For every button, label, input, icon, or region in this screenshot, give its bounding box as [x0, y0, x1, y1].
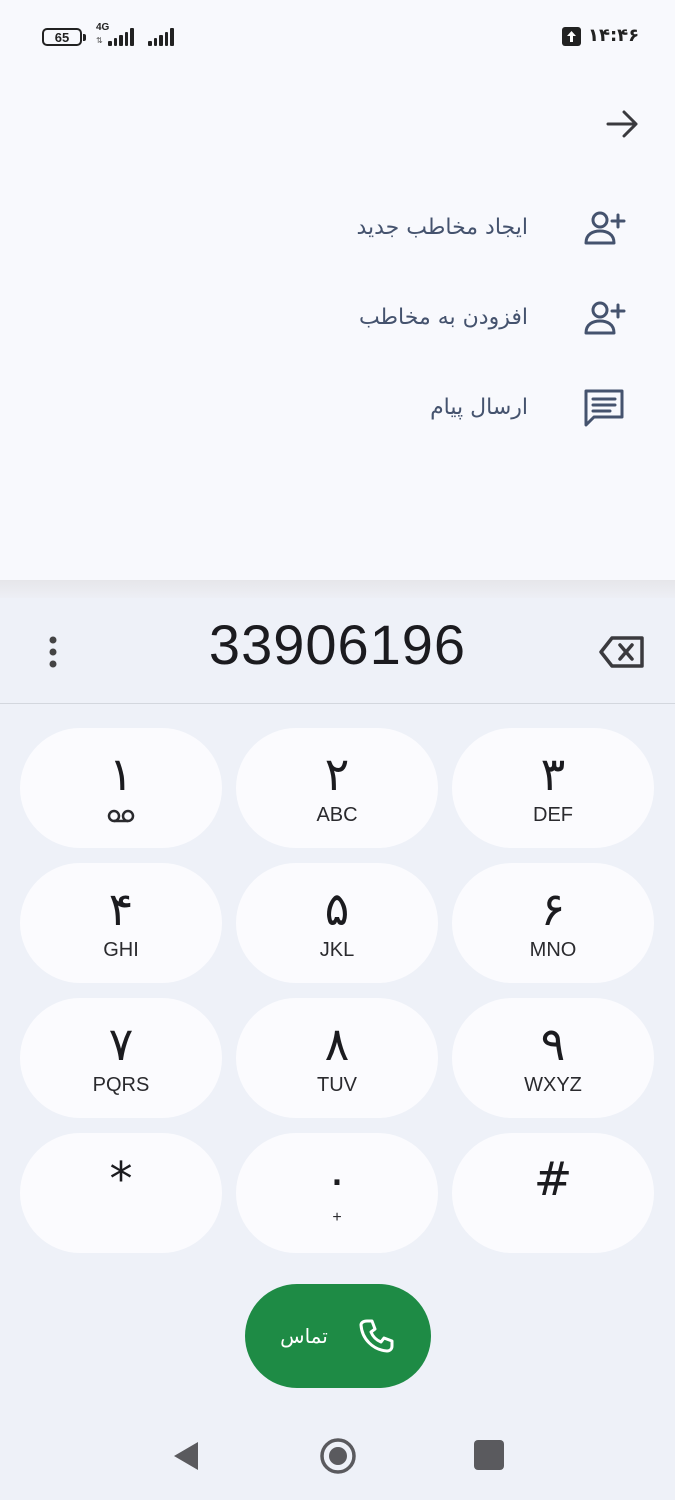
key-1[interactable]: ۱	[20, 728, 222, 848]
key-letters: JKL	[319, 939, 355, 961]
message-icon	[584, 389, 624, 427]
key-digit: ۰	[324, 1152, 350, 1206]
key-letters: PQRS	[92, 1074, 150, 1096]
key-hash[interactable]: #	[452, 1133, 654, 1253]
keypad: ۱ ۲ ABC ۳ DEF ۴ GHI ۵ JKL ۶ MNO ۷ PQRS ۸…	[20, 728, 655, 1253]
key-8[interactable]: ۸ TUV	[236, 998, 438, 1118]
number-bar: 33906196	[0, 598, 675, 704]
key-5[interactable]: ۵ JKL	[236, 863, 438, 983]
action-label: افزودن به مخاطب	[358, 304, 528, 330]
nav-recents-icon[interactable]	[474, 1440, 504, 1470]
send-message-action[interactable]: ارسال پیام	[280, 372, 640, 442]
key-digit: ۳	[540, 747, 566, 801]
upload-notification-icon	[562, 27, 581, 46]
key-letters: DEF	[533, 804, 573, 826]
dialed-number-display[interactable]: 33906196	[120, 612, 555, 677]
nav-back-icon[interactable]	[170, 1436, 202, 1476]
key-digit: #	[533, 1152, 573, 1206]
battery-level: 65	[54, 29, 70, 45]
key-digit: ۴	[108, 882, 134, 936]
key-letters: +	[332, 1209, 342, 1226]
add-to-contact-action[interactable]: افزودن به مخاطب	[280, 282, 640, 352]
call-label: تماس	[280, 1324, 328, 1348]
key-digit: ۶	[540, 882, 566, 936]
dialer-shadow	[0, 580, 675, 600]
data-activity-icon: ⇅	[96, 36, 103, 45]
key-9[interactable]: ۹ WXYZ	[452, 998, 654, 1118]
key-letters: ABC	[316, 804, 358, 826]
signal-strength-icon	[148, 26, 174, 46]
more-options-icon[interactable]	[38, 632, 68, 672]
dialpad-panel: 33906196 ۱ ۲ ABC ۳ DEF ۴ GHI ۵ JKL ۶ MNO…	[0, 598, 675, 1500]
action-label: ایجاد مخاطب جدید	[356, 214, 528, 240]
key-0[interactable]: ۰ +	[236, 1133, 438, 1253]
signal-strength-icon	[108, 26, 134, 46]
backspace-icon[interactable]	[598, 632, 646, 672]
key-letters: GHI	[103, 939, 139, 961]
status-time: ۱۴:۴۶	[588, 25, 640, 46]
key-digit: ۸	[324, 1017, 350, 1071]
battery-icon: 65	[42, 28, 86, 46]
person-add-icon	[584, 301, 626, 335]
key-6[interactable]: ۶ MNO	[452, 863, 654, 983]
key-digit: ۷	[108, 1017, 134, 1071]
call-button[interactable]: تماس	[245, 1284, 431, 1388]
voicemail-icon	[106, 804, 136, 828]
key-letters: TUV	[317, 1074, 357, 1096]
action-label: ارسال پیام	[430, 394, 528, 420]
key-digit: ۱	[108, 747, 134, 801]
key-4[interactable]: ۴ GHI	[20, 863, 222, 983]
key-digit: ۲	[324, 747, 350, 801]
nav-home-icon[interactable]	[318, 1436, 358, 1476]
status-bar: 65 4G ⇅ ۱۴:۴۶	[0, 0, 675, 72]
key-7[interactable]: ۷ PQRS	[20, 998, 222, 1118]
create-new-contact-action[interactable]: ایجاد مخاطب جدید	[280, 192, 640, 262]
back-arrow-icon[interactable]	[602, 104, 642, 144]
key-letters: MNO	[529, 939, 577, 961]
key-digit: ۵	[324, 882, 350, 936]
key-digit: ۹	[540, 1017, 566, 1071]
key-2[interactable]: ۲ ABC	[236, 728, 438, 848]
key-digit: *	[109, 1152, 133, 1206]
key-3[interactable]: ۳ DEF	[452, 728, 654, 848]
phone-icon	[359, 1319, 394, 1353]
key-letters: WXYZ	[524, 1074, 582, 1096]
key-star[interactable]: *	[20, 1133, 222, 1253]
person-add-icon	[584, 211, 626, 245]
